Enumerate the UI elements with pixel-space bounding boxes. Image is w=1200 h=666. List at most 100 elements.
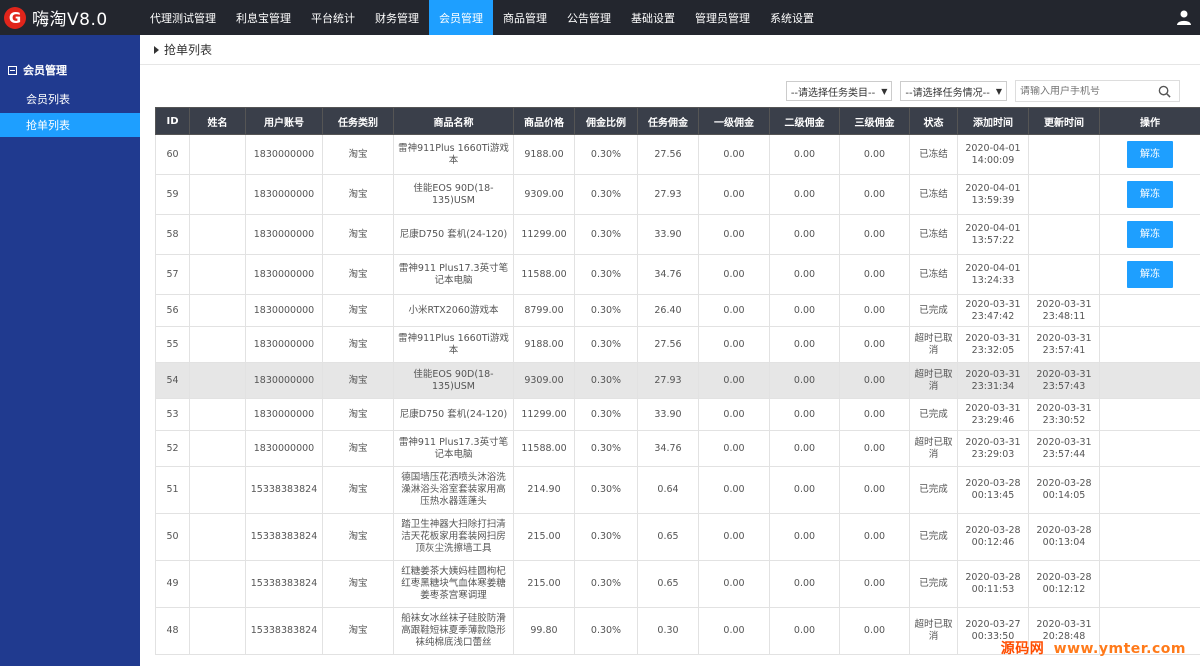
table-cell: 27.56 (637, 134, 699, 175)
brand[interactable]: G 嗨淘V8.0 (0, 0, 140, 35)
page-title: 抢单列表 (164, 43, 213, 57)
table-cell (189, 513, 246, 561)
top-nav-item[interactable]: 代理测试管理 (140, 0, 226, 35)
top-nav-item[interactable]: 管理员管理 (685, 0, 760, 35)
brand-logo-icon: G (4, 6, 26, 29)
table-cell: 0.30% (574, 362, 638, 399)
table-cell (189, 254, 246, 295)
sidebar-group-member[interactable]: 会员管理 (0, 55, 140, 85)
sidebar: 会员管理 会员列表 抢单列表 (0, 35, 140, 666)
table-row: 49 15338383824 淘宝 红糖姜茶大姨妈桂圆枸杞红枣黑糖块气血体寒姜糖姜枣茶… (155, 560, 1200, 608)
table-cell: 已完成 (909, 398, 958, 431)
top-bar: G 嗨淘V8.0 代理测试管理 利息宝管理 平台统计 财务管理 会员管理 商品管理 公告管理… (0, 0, 1200, 35)
table-cell: 解冻 (1099, 174, 1200, 215)
table-cell: 淘宝 (322, 362, 394, 399)
column-header: 佣金比例 (574, 107, 638, 135)
table-cell: 佳能EOS 90D(18-135)USM (393, 362, 514, 399)
category-select[interactable]: --请选择任务类目-- ▼ (785, 81, 893, 101)
table-cell: 踏卫生神器大扫除打扫清洁天花板家用套装网扫房顶灰尘洗擦墙工具 (393, 513, 514, 561)
column-header: 任务类别 (322, 107, 394, 135)
user-icon[interactable] (1176, 9, 1192, 25)
table-cell: 0.00 (769, 134, 840, 175)
table-cell: 0.30% (574, 466, 638, 514)
table-cell: 59 (155, 174, 190, 215)
unfreeze-button[interactable]: 解冻 (1127, 141, 1173, 168)
table-cell: 0.00 (698, 607, 770, 655)
table-cell: 2020-03-28 00:12:12 (1028, 560, 1100, 608)
table-cell: 33.90 (637, 398, 699, 431)
table-cell: 56 (155, 294, 190, 327)
table-cell: 已完成 (909, 513, 958, 561)
table-cell: 尼康D750 套机(24-120) (393, 398, 514, 431)
top-nav-item[interactable]: 财务管理 (365, 0, 429, 35)
table-cell: 0.65 (637, 560, 699, 608)
table-cell (189, 326, 246, 363)
top-nav-item[interactable]: 商品管理 (493, 0, 557, 35)
table-cell: 1830000000 (245, 398, 323, 431)
table-cell: 0.00 (839, 607, 910, 655)
column-header: 二级佣金 (769, 107, 840, 135)
table-cell: 0.00 (839, 294, 910, 327)
column-header: 状态 (909, 107, 958, 135)
table-cell: 54 (155, 362, 190, 399)
table-cell: 2020-03-31 23:32:05 (957, 326, 1029, 363)
table-cell: 215.00 (513, 513, 575, 561)
unfreeze-button[interactable]: 解冻 (1127, 181, 1173, 208)
table-row: 53 1830000000 淘宝 尼康D750 套机(24-120) 11299.00 0… (155, 398, 1200, 431)
sidebar-item[interactable]: 抢单列表 (0, 113, 140, 137)
search-icon[interactable] (1158, 85, 1171, 98)
table-cell: 52 (155, 430, 190, 467)
top-nav-item[interactable]: 公告管理 (557, 0, 621, 35)
table-cell: 0.00 (698, 466, 770, 514)
table-cell (1028, 174, 1100, 215)
top-nav: 代理测试管理 利息宝管理 平台统计 财务管理 会员管理 商品管理 公告管理 基础设置 管理员管理… (140, 0, 824, 35)
table-cell: 淘宝 (322, 174, 394, 215)
table-cell: 2020-03-31 23:29:46 (957, 398, 1029, 431)
table-cell: 船袜女冰丝袜子硅胶防滑高跟鞋短袜夏季薄款隐形袜纯棉底浅口蕾丝 (393, 607, 514, 655)
table-cell: 雷神911 Plus17.3英寸笔记本电脑 (393, 254, 514, 295)
table-cell: 9188.00 (513, 134, 575, 175)
table-cell (1028, 134, 1100, 175)
top-nav-item[interactable]: 利息宝管理 (226, 0, 301, 35)
table-cell: 0.30% (574, 430, 638, 467)
unfreeze-button[interactable]: 解冻 (1127, 221, 1173, 248)
table-cell: 1830000000 (245, 294, 323, 327)
sidebar-item[interactable]: 会员列表 (0, 87, 140, 111)
unfreeze-button[interactable]: 解冻 (1127, 261, 1173, 288)
table-cell: 2020-03-31 23:57:43 (1028, 362, 1100, 399)
table-cell: 0.00 (769, 466, 840, 514)
table-cell (189, 362, 246, 399)
table-cell: 解冻 (1099, 254, 1200, 295)
table-cell: 淘宝 (322, 214, 394, 255)
table-cell: 0.00 (839, 214, 910, 255)
table-cell: 超时已取消 (909, 430, 958, 467)
category-select-value: --请选择任务类目-- (790, 87, 876, 99)
table-cell: 淘宝 (322, 294, 394, 327)
phone-search-input[interactable] (1020, 85, 1150, 97)
column-header: 商品价格 (513, 107, 575, 135)
table-cell (1099, 326, 1200, 363)
table-cell: 超时已取消 (909, 362, 958, 399)
column-header: 添加时间 (957, 107, 1029, 135)
status-select[interactable]: --请选择任务情况-- ▼ (900, 81, 1007, 101)
table-cell: 0.00 (769, 430, 840, 467)
table-cell: 1830000000 (245, 362, 323, 399)
watermark-cn: 源码网 (1000, 641, 1045, 657)
table-cell: 11299.00 (513, 398, 575, 431)
top-nav-item[interactable]: 基础设置 (621, 0, 685, 35)
top-nav-item[interactable]: 系统设置 (760, 0, 824, 35)
phone-search (1015, 80, 1180, 102)
table-cell: 26.40 (637, 294, 699, 327)
table-cell: 0.00 (698, 362, 770, 399)
table-cell: 11588.00 (513, 430, 575, 467)
column-header: 操作 (1099, 107, 1200, 135)
table-cell (1099, 294, 1200, 327)
table-cell: 已完成 (909, 294, 958, 327)
table-row: 59 1830000000 淘宝 佳能EOS 90D(18-135)USM 9309.0… (155, 174, 1200, 215)
column-header: ID (155, 107, 190, 135)
top-nav-item[interactable]: 会员管理 (429, 0, 493, 35)
table-row: 58 1830000000 淘宝 尼康D750 套机(24-120) 11299.00 0… (155, 214, 1200, 255)
column-header: 一级佣金 (698, 107, 770, 135)
table-cell: 已完成 (909, 466, 958, 514)
top-nav-item[interactable]: 平台统计 (301, 0, 365, 35)
